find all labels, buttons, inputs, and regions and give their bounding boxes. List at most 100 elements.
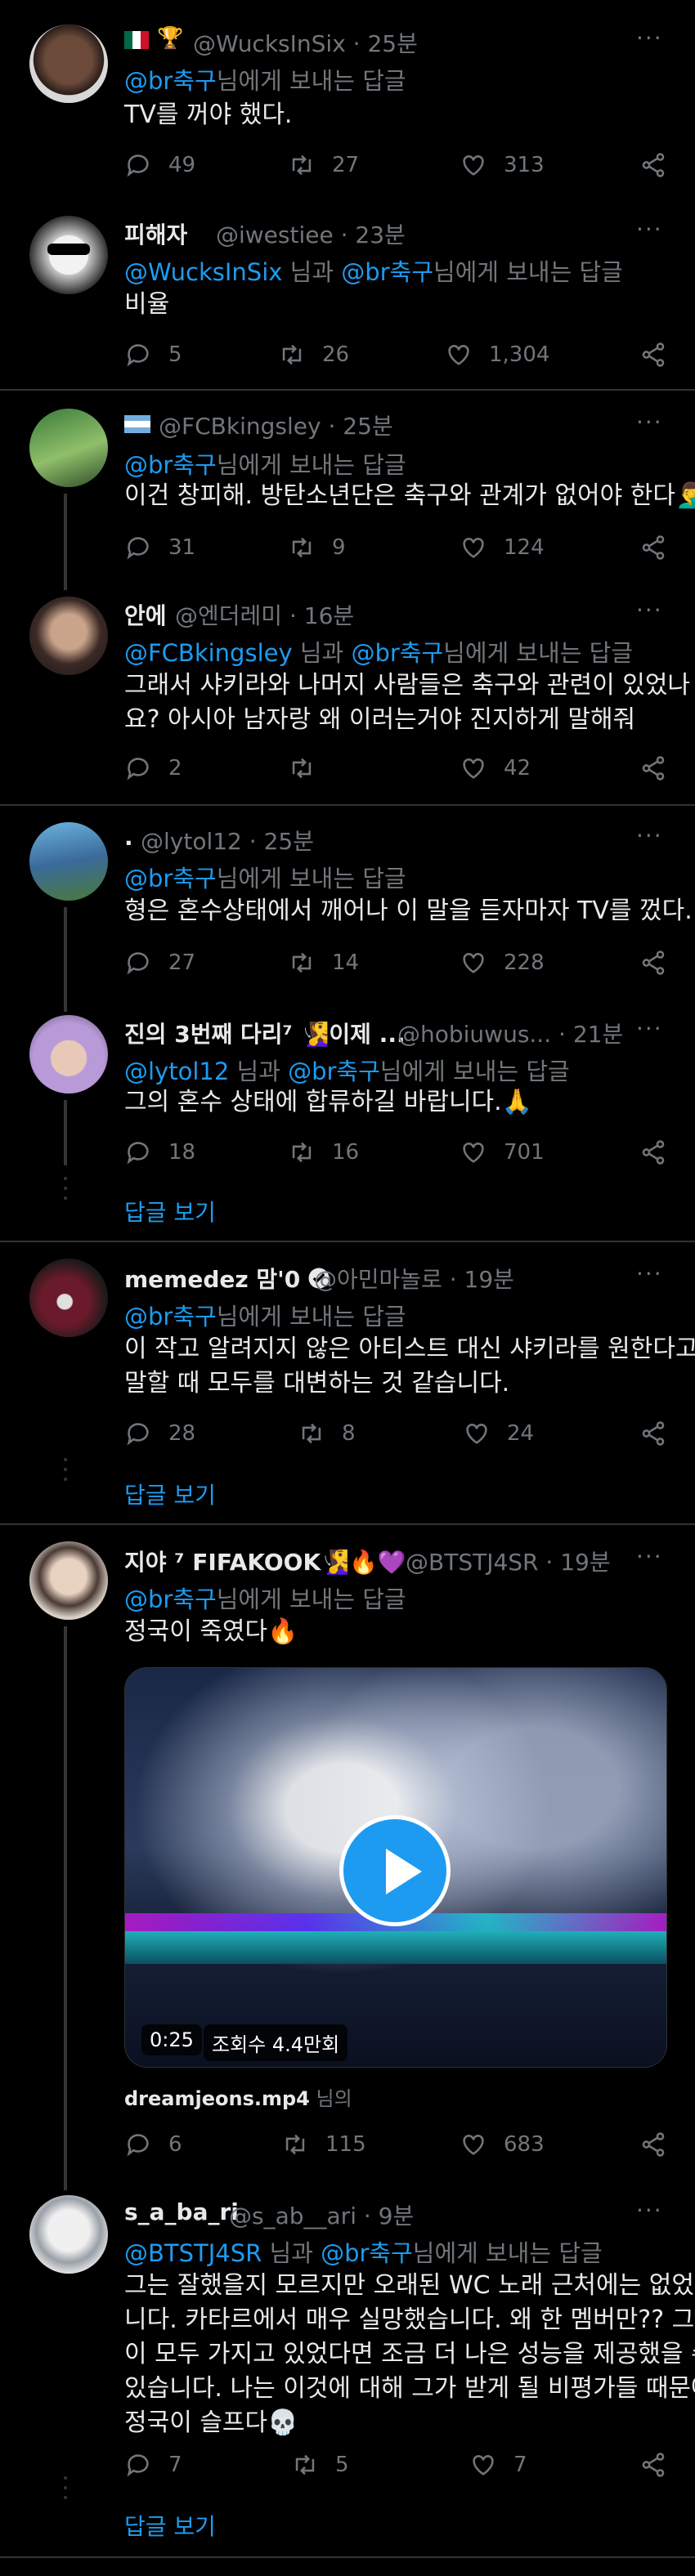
retweet-button[interactable]: 9 [288,533,346,562]
tweet-handle[interactable]: @hobiuwus... [397,1021,551,1048]
tweet-author-name[interactable]: s_a_ba_ri [124,2198,239,2225]
tweet-time[interactable]: 19분 [464,1266,514,1293]
avatar[interactable] [29,1015,108,1093]
share-icon[interactable] [639,534,667,561]
more-icon[interactable]: ··· [636,1260,663,1287]
share-icon[interactable] [639,2451,667,2479]
like-button[interactable]: 124 [460,533,545,562]
retweet-button[interactable]: 27 [288,150,359,180]
share-icon[interactable] [639,949,667,977]
like-button[interactable]: 701 [460,1138,545,1167]
more-icon[interactable]: ··· [636,216,663,243]
tweet-time[interactable]: 25분 [264,828,314,855]
like-button[interactable]: 313 [460,150,545,180]
more-icon[interactable]: ··· [636,25,663,51]
retweet-button[interactable]: 16 [288,1138,359,1167]
share-icon[interactable] [639,2131,667,2158]
show-replies-link[interactable]: 답글 보기 [124,2509,216,2542]
share-icon[interactable] [639,1420,667,1447]
mention-link[interactable]: @br축구 [124,451,217,479]
like-button[interactable]: 42 [460,754,531,783]
tweet-handle[interactable]: @BTSTJ4SR [406,1549,539,1576]
more-icon[interactable]: ··· [636,597,663,624]
mention-link[interactable]: @br축구 [124,67,217,95]
tweet-handle[interactable]: @s_ab__ari [229,2203,356,2229]
like-button[interactable]: 7 [469,2450,527,2480]
more-icon[interactable]: ··· [636,2197,663,2224]
show-replies-link[interactable]: 답글 보기 [124,1195,216,1228]
play-icon[interactable] [339,1815,451,1926]
video-player[interactable]: 0:25 조회수 4.4만회 [124,1667,667,2068]
more-icon[interactable]: ··· [636,1015,663,1042]
avatar[interactable] [29,216,108,294]
tweet-author-name[interactable]: 지야 ⁷ FIFAKOOK🧏‍♀️🔥💜 [124,1545,406,1577]
reply-button[interactable]: 2 [124,754,182,783]
retweet-button[interactable]: 5 [291,2450,349,2480]
mention-link[interactable]: @br축구 [321,2239,413,2267]
reply-button[interactable]: 7 [124,2450,182,2480]
tweet-handle[interactable]: @엔더레미 [175,602,282,629]
reply-button[interactable]: 27 [124,948,195,977]
tweet-author-name[interactable]: 피해자 [124,217,187,250]
tweet-time[interactable]: 25분 [367,30,417,57]
more-icon[interactable]: ··· [636,1543,663,1570]
more-icon[interactable]: ··· [636,409,663,436]
mention-link[interactable]: @WucksInSix [124,258,282,286]
avatar[interactable] [29,25,108,103]
mention-link[interactable]: @FCBkingsley [124,639,293,667]
share-icon[interactable] [639,1138,667,1166]
reply-icon [127,2454,149,2477]
mention-link[interactable]: @br축구 [341,258,433,286]
like-button[interactable]: 1,304 [445,340,549,369]
avatar[interactable] [29,2195,108,2274]
tweet-handle[interactable]: @iwestiee [216,221,334,248]
tweet-handle[interactable]: @lytol12 [141,828,242,855]
retweet-button[interactable]: 115 [281,2130,366,2159]
avatar[interactable] [29,597,108,675]
tweet-time[interactable]: 25분 [343,413,392,440]
tweet-author-name[interactable]: . [124,824,133,851]
reply-button[interactable]: 28 [124,1419,195,1448]
tweet-author-name[interactable]: 진의 3번째 다리⁷ 🧏‍♀️이제 ... [124,1017,406,1049]
video-file-link[interactable]: dreamjeons.mp4 [124,2087,310,2110]
tweet-author-line: @BTSTJ4SR · 19분 [406,1549,611,1576]
tweet-time[interactable]: 23분 [355,221,405,248]
show-replies-link[interactable]: 답글 보기 [124,1478,216,1510]
tweet-time[interactable]: 9분 [379,2203,415,2229]
reply-button[interactable]: 6 [124,2130,182,2159]
tweet-author-name[interactable]: memedez 맘'0 [124,1262,331,1295]
share-icon[interactable] [639,754,667,782]
retweet-button[interactable]: 8 [298,1419,356,1448]
mention-link[interactable]: @br축구 [288,1058,380,1085]
avatar[interactable] [29,409,108,487]
retweet-button[interactable] [288,754,332,783]
reply-button[interactable]: 31 [124,533,195,562]
mention-link[interactable]: @br축구 [124,1303,217,1330]
tweet-time[interactable]: 21분 [573,1021,623,1048]
tweet-author-name[interactable]: 안에 [124,598,167,631]
reply-button[interactable]: 5 [124,340,182,369]
like-button[interactable]: 228 [460,948,545,977]
tweet-time[interactable]: 19분 [560,1549,610,1576]
avatar[interactable] [29,1259,108,1337]
reply-button[interactable]: 49 [124,150,195,180]
mention-link[interactable]: @BTSTJ4SR [124,2239,262,2267]
retweet-button[interactable]: 26 [278,340,349,369]
mention-link[interactable]: @lytol12 [124,1058,229,1085]
tweet-handle[interactable]: @FCBkingsley [159,413,321,440]
mention-link[interactable]: @br축구 [124,1585,217,1613]
more-icon[interactable]: ··· [636,822,663,849]
tweet-handle[interactable]: @WucksInSix [193,30,346,57]
retweet-button[interactable]: 14 [288,948,359,977]
like-button[interactable]: 683 [460,2130,545,2159]
reply-button[interactable]: 18 [124,1138,195,1167]
tweet-time[interactable]: 16분 [304,602,354,629]
mention-link[interactable]: @br축구 [124,865,217,892]
share-icon[interactable] [639,341,667,369]
like-button[interactable]: 24 [463,1419,534,1448]
share-icon[interactable] [639,151,667,179]
tweet-handle[interactable]: @아민마놀로 [314,1266,442,1293]
avatar[interactable] [29,1541,108,1620]
mention-link[interactable]: @br축구 [351,639,443,667]
avatar[interactable] [29,822,108,901]
